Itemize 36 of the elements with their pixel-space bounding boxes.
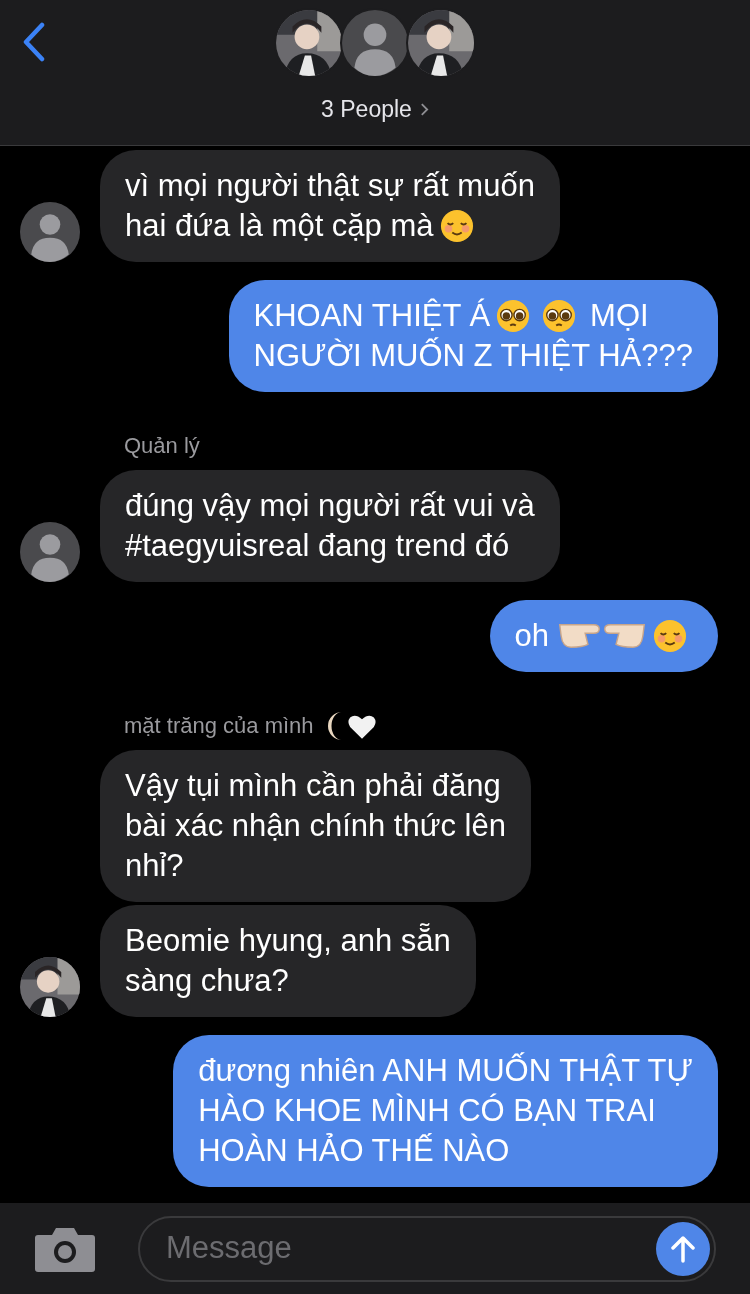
sender-name: mặt trăng của mình (124, 712, 314, 740)
avatar-placeholder-icon (20, 522, 80, 582)
message-text: nhỉ? (125, 847, 184, 885)
message-field[interactable]: Message (138, 1215, 716, 1282)
arrow-up-icon (671, 1234, 695, 1263)
chevron-right-icon (419, 101, 429, 117)
message-text: HOÀN HẢO THẾ NÀO (198, 1132, 510, 1170)
message-text: Beomie hyung, anh sẵn (125, 922, 451, 960)
message-text: hai đứa là một cặp mà (125, 207, 434, 245)
avatar-placeholder-icon (20, 202, 80, 262)
smiling-face-icon (439, 209, 474, 243)
avatar-placeholder-icon (342, 10, 408, 76)
back-chevron-icon (22, 22, 46, 62)
message-text: NGƯỜI MUỐN Z THIỆT HẢ??? (253, 336, 693, 375)
pleading-face-icon (496, 299, 531, 333)
message-text: đương nhiên ANH MUỐN THẬT TỰ (198, 1051, 693, 1090)
pointing-hand-icon (604, 624, 645, 648)
message-text: HÀO KHOE MÌNH CÓ BẠN TRAI (198, 1092, 656, 1130)
pointing-hand-icon (559, 624, 600, 648)
smiling-face-icon (653, 619, 687, 653)
message-text: vì mọi người thật sự rất muốn (125, 167, 535, 205)
crescent-moon-icon (327, 712, 342, 740)
message-text: đúng vậy mọi người rất vui và (125, 487, 535, 525)
message-text: MỌI (590, 297, 649, 335)
message-text: oh (514, 617, 549, 655)
send-button[interactable] (656, 1221, 710, 1276)
message-text: KHOAN THIỆT Á (253, 297, 491, 335)
message-text: Vậy tụi mình cần phải đăng (125, 767, 501, 805)
sender-name: Quản lý (124, 432, 200, 460)
heart-icon (347, 713, 376, 739)
message-text: bài xác nhận chính thức lên (125, 807, 506, 845)
message-input[interactable]: Message (166, 1225, 656, 1272)
conversation-title-button[interactable]: 3 People (321, 92, 429, 127)
message-text: sàng chưa? (125, 962, 289, 1000)
pleading-face-icon (542, 299, 577, 333)
message-text: #taegyuisreal đang trend đó (125, 527, 510, 565)
